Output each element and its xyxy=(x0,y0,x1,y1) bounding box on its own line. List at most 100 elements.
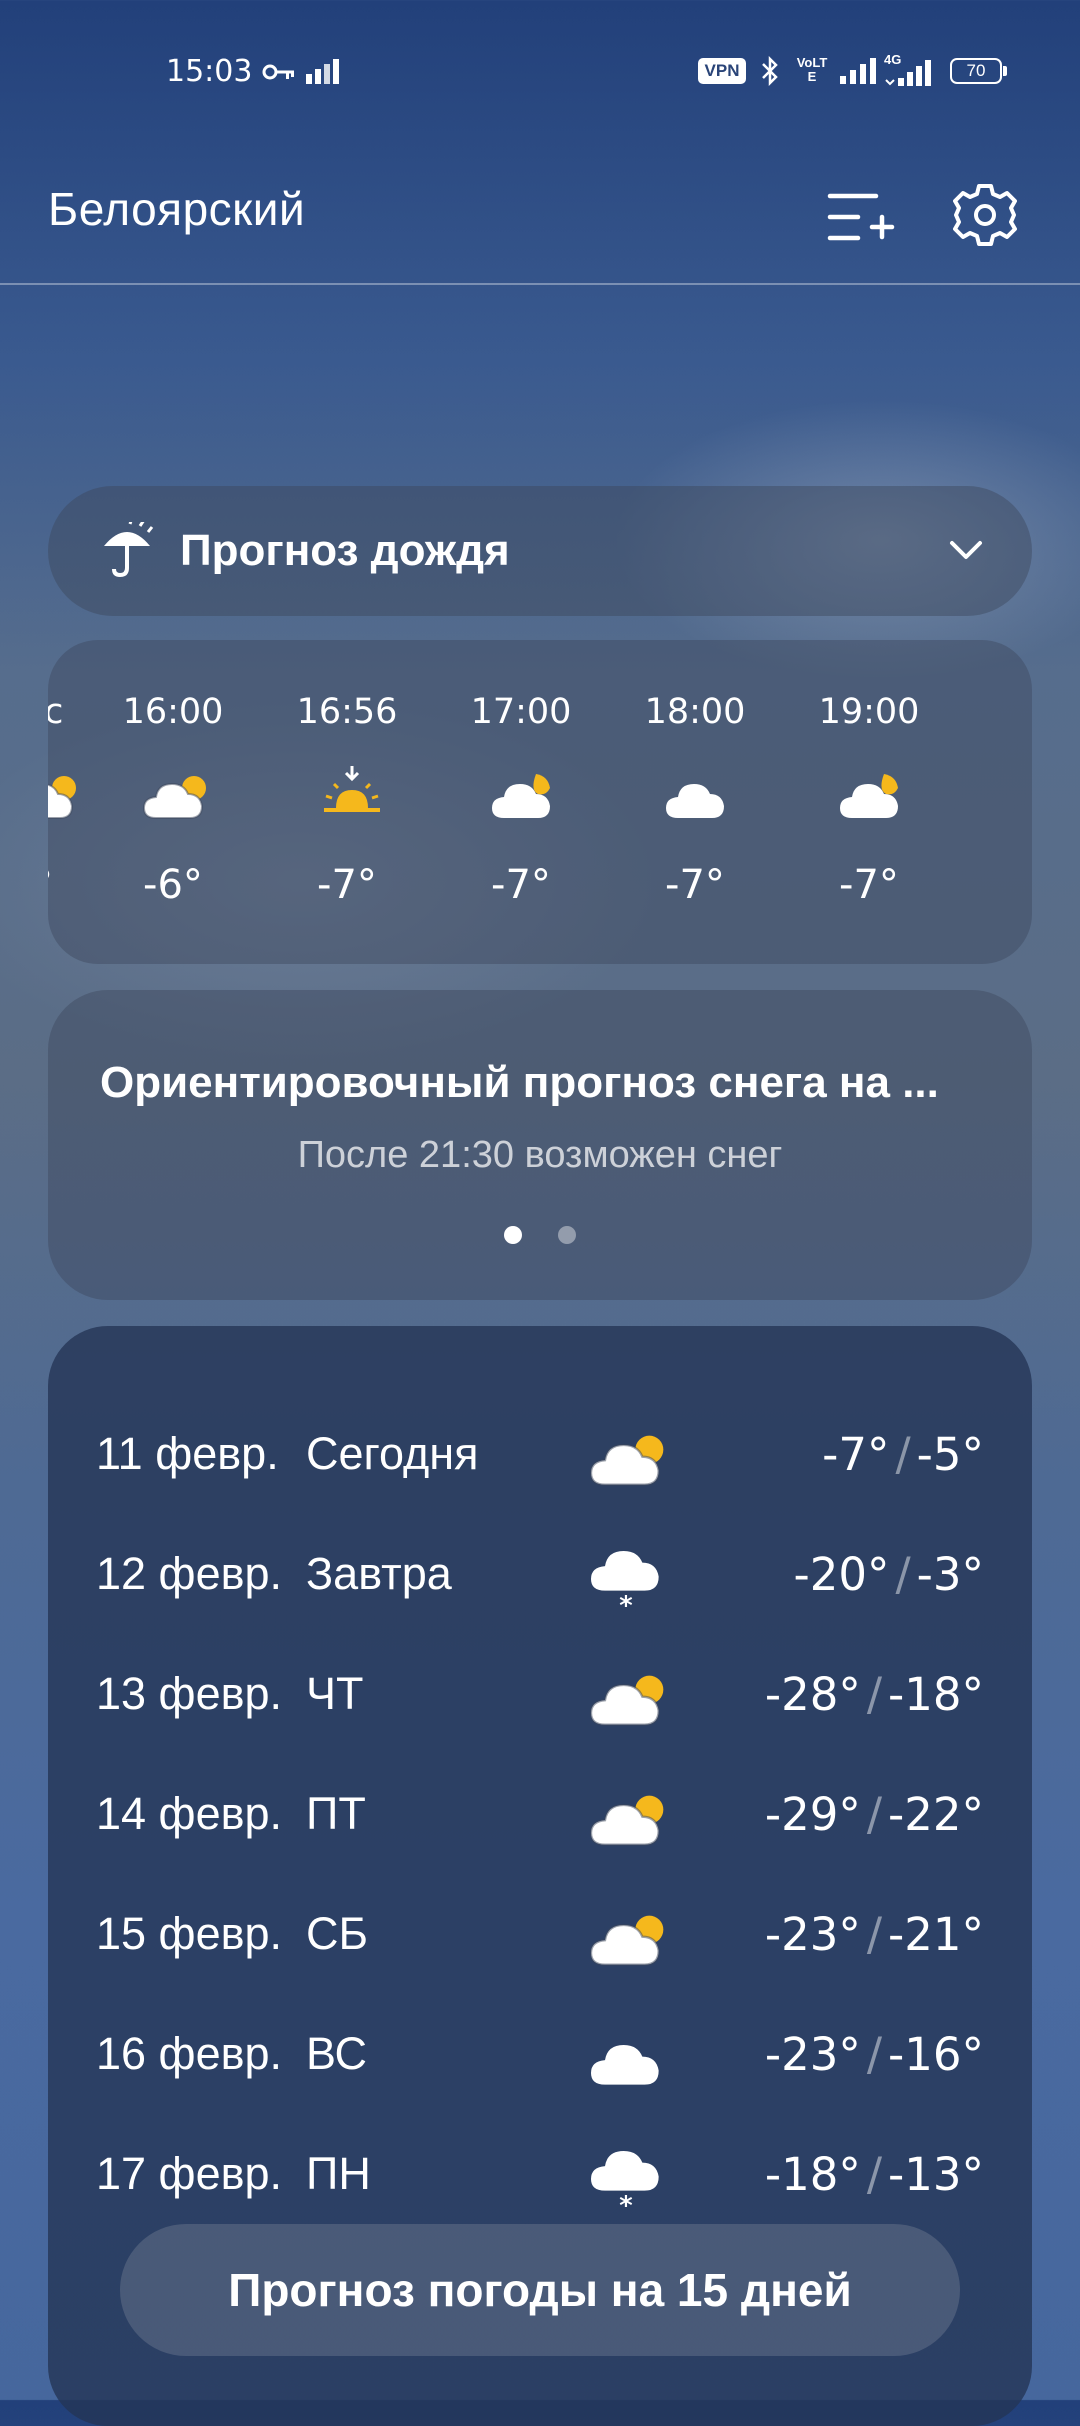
partly-cloudy-sun-icon xyxy=(589,1675,664,1726)
svg-text:*: * xyxy=(619,1591,632,1614)
hourly-temperature: -6° xyxy=(143,862,203,908)
gear-icon[interactable] xyxy=(950,180,1020,250)
daily-row[interactable]: 12 февр. Завтра * -20° / -3° xyxy=(48,1526,1032,1626)
key-icon xyxy=(262,64,294,80)
hourly-item: 2 xyxy=(968,640,1033,964)
daily-low-temp: -23° xyxy=(764,1908,861,1961)
daily-temperature-range: -23° / -16° xyxy=(765,2028,984,2081)
daily-date: 15 февр. xyxy=(96,1908,283,1959)
daily-day-name: ЧТ xyxy=(306,1668,364,1719)
daily-weather-icon: * xyxy=(588,1544,664,1621)
daily-day-name: ВС xyxy=(306,2028,368,2079)
chevron-down-icon xyxy=(950,541,982,559)
daily-temperature-range: -29° / -22° xyxy=(765,1788,984,1841)
hourly-weather-icon xyxy=(486,766,558,826)
daily-high-temp: -21° xyxy=(888,1908,984,1961)
daily-date: 16 февр. xyxy=(96,2028,283,2079)
snow-cloud-icon: * xyxy=(591,2151,659,2221)
header-divider xyxy=(0,283,1080,285)
daily-temperature-range: -7° / -5° xyxy=(822,1428,984,1481)
svg-text:*: * xyxy=(619,2191,632,2214)
umbrella-icon xyxy=(104,522,154,578)
temp-separator: / xyxy=(895,1548,911,1601)
rain-forecast-toggle[interactable]: Прогноз дождя xyxy=(48,486,1032,616)
app-header: Белоярский xyxy=(0,160,1080,280)
add-city-icon[interactable] xyxy=(820,182,896,252)
hourly-temperature: -7° xyxy=(317,862,377,908)
vpn-badge: VPN xyxy=(698,58,746,84)
temp-separator: / xyxy=(866,1908,882,1961)
snow-forecast-card[interactable]: Ориентировочный прогноз снега на ... Пос… xyxy=(48,990,1032,1300)
signal-icon xyxy=(306,59,339,84)
daily-row[interactable]: 16 февр. ВС -23° / -16° xyxy=(48,2006,1032,2106)
daily-day-name: СБ xyxy=(306,1908,369,1959)
daily-row[interactable]: 11 февр. Сегодня -7° / -5° xyxy=(48,1406,1032,1506)
hourly-temperature: -7° xyxy=(665,862,725,908)
hourly-weather-icon xyxy=(660,766,732,826)
hourly-time: 2 xyxy=(968,692,1033,732)
hourly-forecast[interactable]: ас°16:00-6°16:56-7°17:00-7°18:00-7°19:00… xyxy=(48,640,1032,964)
bluetooth-icon xyxy=(762,56,778,86)
daily-high-temp: -5° xyxy=(916,1428,984,1481)
daily-row[interactable]: 13 февр. ЧТ -28° / -18° xyxy=(48,1646,1032,1746)
daily-low-temp: -28° xyxy=(764,1668,861,1721)
daily-weather-icon xyxy=(588,1424,664,1494)
hourly-item: 19:00 -7° xyxy=(794,640,944,964)
daily-date: 11 февр. xyxy=(96,1428,279,1479)
partly-cloudy-sun-icon xyxy=(142,776,206,819)
hourly-time: 16:00 xyxy=(122,692,224,732)
location-title: Белоярский xyxy=(48,183,306,235)
temp-separator: / xyxy=(866,2148,882,2201)
status-time: 15:03 xyxy=(166,54,253,89)
sunset-icon xyxy=(324,766,380,812)
daily-row[interactable]: 17 февр. ПН * -18° / -13° xyxy=(48,2126,1032,2226)
partly-cloudy-sun-icon xyxy=(589,1435,664,1486)
daily-weather-icon xyxy=(588,2024,664,2094)
daily-weather-icon xyxy=(588,1904,664,1974)
daily-high-temp: -13° xyxy=(888,2148,984,2201)
signal-icon-sim2 xyxy=(885,60,931,86)
daily-high-temp: -3° xyxy=(916,1548,984,1601)
daily-weather-icon xyxy=(588,1784,664,1854)
hourly-time: 19:00 xyxy=(818,692,920,732)
daily-day-name: ПН xyxy=(306,2148,371,2199)
daily-row[interactable]: 15 февр. СБ -23° / -21° xyxy=(48,1886,1032,1986)
daily-day-name: Сегодня xyxy=(306,1428,479,1479)
daily-forecast: Прогноз погоды на 15 дней 11 февр. Сегодн… xyxy=(48,1326,1032,2426)
daily-temperature-range: -23° / -21° xyxy=(765,1908,984,1961)
daily-temperature-range: -20° / -3° xyxy=(793,1548,984,1601)
status-bar: 15:03 VPN VoLTE 4G 70 xyxy=(0,40,1080,104)
partly-cloudy-moon-icon xyxy=(840,774,898,818)
snow-forecast-title: Ориентировочный прогноз снега на ... xyxy=(100,1058,939,1107)
page-indicator-dot-active xyxy=(504,1226,522,1244)
partly-cloudy-sun-icon xyxy=(48,776,76,819)
battery-cap xyxy=(1003,66,1007,76)
partly-cloudy-moon-icon xyxy=(492,774,550,818)
daily-high-temp: -16° xyxy=(888,2028,984,2081)
hourly-item: 17:00 -7° xyxy=(446,640,596,964)
partly-cloudy-sun-icon xyxy=(589,1915,664,1966)
hourly-item: 16:56 -7° xyxy=(272,640,422,964)
hourly-weather-icon xyxy=(312,766,384,826)
daily-day-name: Завтра xyxy=(306,1548,452,1599)
daily-low-temp: -29° xyxy=(764,1788,861,1841)
battery-indicator: 70 xyxy=(950,58,1002,84)
temp-separator: / xyxy=(866,1668,882,1721)
temp-separator: / xyxy=(866,2028,882,2081)
daily-high-temp: -22° xyxy=(888,1788,984,1841)
daily-date: 13 февр. xyxy=(96,1668,283,1719)
daily-low-temp: -18° xyxy=(764,2148,861,2201)
daily-low-temp: -7° xyxy=(822,1428,890,1481)
daily-high-temp: -18° xyxy=(888,1668,984,1721)
signal-icon-sim1 xyxy=(840,58,876,84)
cloud-icon xyxy=(666,784,724,818)
daily-low-temp: -23° xyxy=(764,2028,861,2081)
daily-row[interactable]: 14 февр. ПТ -29° / -22° xyxy=(48,1766,1032,1866)
daily-temperature-range: -28° / -18° xyxy=(765,1668,984,1721)
daily-date: 12 февр. xyxy=(96,1548,283,1599)
daily-day-name: ПТ xyxy=(306,1788,366,1839)
hourly-weather-icon xyxy=(138,766,210,826)
hourly-item: 16:00 -6° xyxy=(98,640,248,964)
daily-weather-icon: * xyxy=(588,2144,664,2221)
fifteen-day-forecast-button[interactable]: Прогноз погоды на 15 дней xyxy=(120,2224,960,2356)
